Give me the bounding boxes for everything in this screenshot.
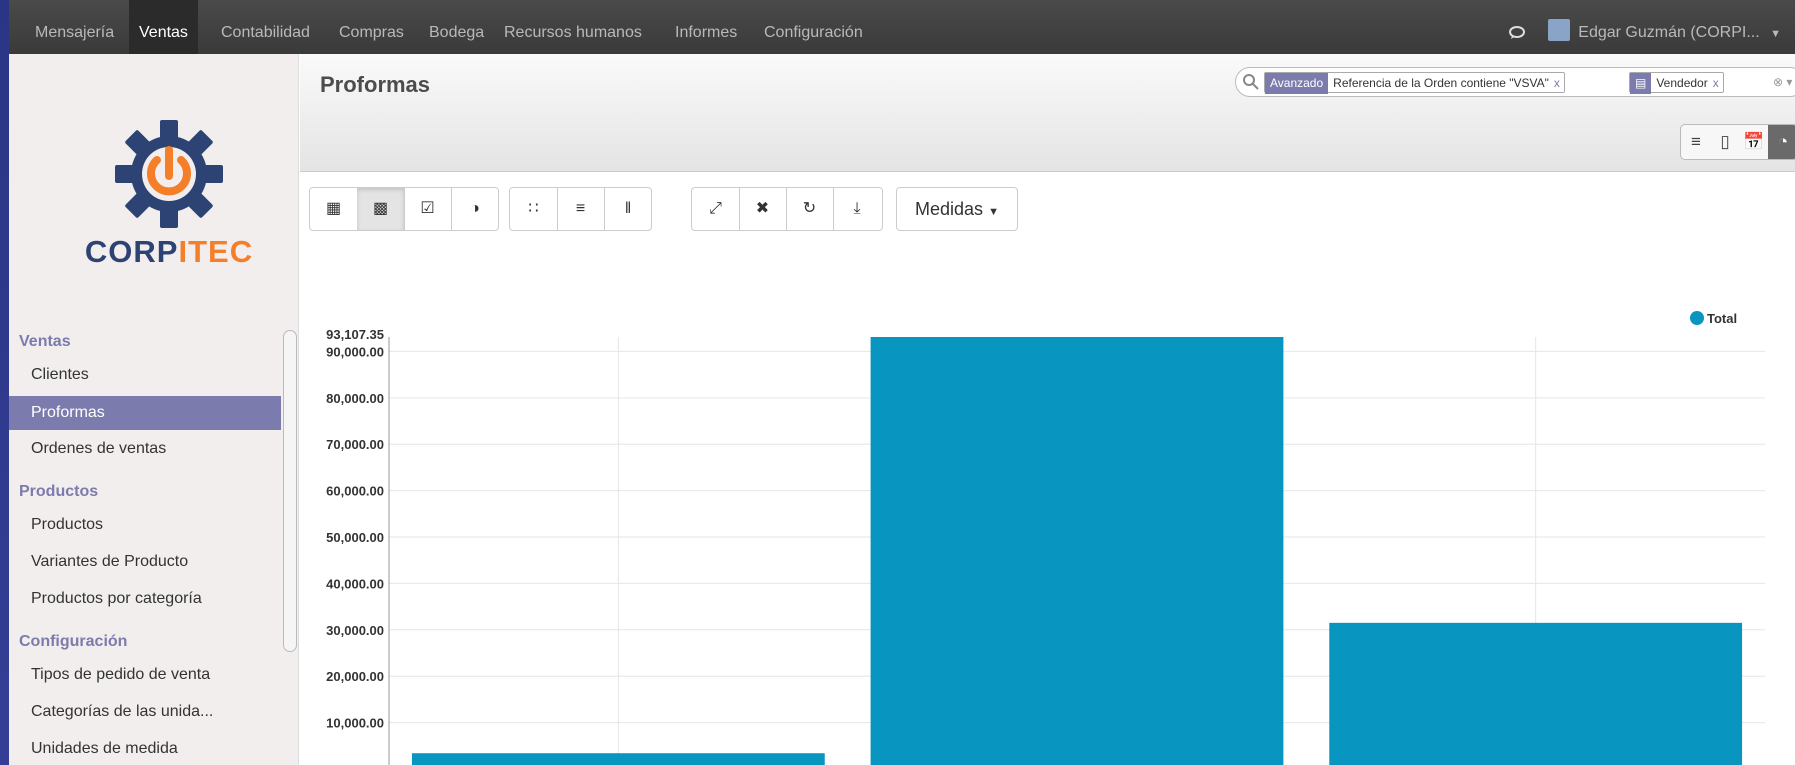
page-title: Proformas — [320, 72, 431, 97]
layout-group: ∷ ≡ ‖ — [509, 187, 652, 231]
menu-recursos-humanos[interactable]: Recursos humanos — [504, 0, 642, 54]
control-panel: Proformas Avanzado Referencia de la Orden… — [300, 54, 1795, 172]
sidebar-section-productos: Productos — [19, 483, 99, 500]
view-switcher: ≡ ▯ 📅 ◔ — [1680, 124, 1795, 160]
search-facet-groupby[interactable]: ▤ Vendedor x — [1629, 72, 1724, 94]
remove-facet-icon[interactable]: x — [1554, 76, 1564, 90]
caret-down-icon: ▼ — [1770, 28, 1781, 40]
clear-search-icon[interactable]: ⊗ ▾ — [1773, 75, 1792, 89]
sidebar-item-proformas[interactable]: Proformas — [9, 396, 281, 430]
menu-informes[interactable]: Informes — [675, 0, 737, 54]
main-content: Proformas Avanzado Referencia de la Orden… — [300, 54, 1795, 765]
checkbox-icon[interactable]: ☑ — [404, 188, 452, 230]
company-logo: CORPITEC — [79, 114, 259, 284]
sidebar-item-productos[interactable]: Productos — [9, 508, 281, 542]
fullscreen-icon[interactable]: ✖ — [739, 188, 787, 230]
sidebar-item-tipos-de-pedido[interactable]: Tipos de pedido de venta — [9, 658, 281, 692]
sidebar-item-productos-por-categoria[interactable]: Productos por categoría — [9, 582, 281, 616]
bar-leonardo — [1329, 622, 1743, 765]
y-tick-label: 30,000.00 — [326, 623, 384, 638]
sidebar-item-variantes[interactable]: Variantes de Producto — [9, 545, 281, 579]
caret-down-icon: ▼ — [988, 206, 999, 218]
y-tick-label: 50,000.00 — [326, 530, 384, 545]
gear-power-logo-icon — [115, 120, 223, 228]
sidebar-item-ordenes-de-ventas[interactable]: Ordenes de ventas — [9, 432, 281, 466]
sidebar-section-configuracion: Configuración — [19, 633, 128, 650]
bar-chart: 0.0010,000.0020,000.0030,000.0040,000.00… — [326, 311, 1765, 765]
y-max-label: 93,107.35 — [326, 327, 384, 342]
menu-bodega[interactable]: Bodega — [429, 0, 484, 54]
expand-icon[interactable]: ⤢ — [692, 188, 740, 230]
menu-configuracion[interactable]: Configuración — [764, 0, 863, 54]
y-tick-label: 20,000.00 — [326, 669, 384, 684]
form-view-icon[interactable]: ▯ — [1710, 125, 1740, 159]
y-tick-label: 80,000.00 — [326, 391, 384, 406]
download-icon[interactable]: ⤓ — [833, 188, 881, 230]
search-bar[interactable]: Avanzado Referencia de la Orden contiene … — [1235, 67, 1795, 97]
sidebar-item-clientes[interactable]: Clientes — [9, 358, 281, 392]
menu-ventas[interactable]: Ventas — [129, 0, 198, 54]
y-tick-label: 10,000.00 — [326, 716, 384, 731]
actions-group: ⤢ ✖ ↻ ⤓ — [691, 187, 883, 231]
bar-leandro — [870, 337, 1284, 765]
y-tick-label: 60,000.00 — [326, 484, 384, 499]
grid-icon[interactable]: ∷ — [510, 188, 558, 230]
y-tick-label: 40,000.00 — [326, 576, 384, 591]
chat-bubble-icon[interactable] — [1509, 26, 1525, 40]
search-icon[interactable] — [1242, 73, 1260, 91]
legend-marker — [1690, 311, 1704, 325]
list-view-icon[interactable]: ≡ — [1681, 125, 1711, 159]
sidebar-section-ventas: Ventas — [19, 333, 71, 350]
menu-mensajeria[interactable]: Mensajería — [35, 0, 114, 54]
avatar — [1548, 19, 1571, 41]
pie-chart-icon[interactable]: ◑ — [451, 188, 498, 230]
legend-label: Total — [1707, 311, 1737, 326]
remove-facet-icon[interactable]: x — [1713, 76, 1723, 90]
app-frame: Mensajería Ventas Contabilidad Compras B… — [9, 0, 1795, 765]
bar-enrique — [411, 753, 825, 765]
y-tick-label: 70,000.00 — [326, 437, 384, 452]
menu-compras[interactable]: Compras — [339, 0, 404, 54]
columns-icon[interactable]: ‖ — [604, 188, 651, 230]
refresh-icon[interactable]: ↻ — [786, 188, 834, 230]
search-facet-filter[interactable]: Avanzado Referencia de la Orden contiene … — [1264, 72, 1565, 94]
measures-dropdown[interactable]: Medidas ▼ — [896, 187, 1018, 231]
group-icon: ▤ — [1630, 73, 1652, 94]
user-name: Edgar Guzmán (CORPI... — [1578, 24, 1760, 41]
sidebar: CORPITEC Ventas Clientes Proformas Orden… — [9, 54, 299, 765]
menu-contabilidad[interactable]: Contabilidad — [221, 0, 310, 54]
list-lines-icon[interactable]: ≡ — [557, 188, 605, 230]
sidebar-scrollbar[interactable] — [283, 330, 297, 652]
graph-view-icon[interactable]: ◔ — [1768, 125, 1795, 159]
user-menu[interactable]: Edgar Guzmán (CORPI... ▼ — [1548, 0, 1781, 54]
logo-text: CORPITEC — [84, 234, 254, 269]
bar-chart-icon[interactable]: ▩ — [357, 188, 405, 230]
calendar-view-icon[interactable]: 📅 — [1739, 125, 1769, 159]
sidebar-item-unidades-de-medida[interactable]: Unidades de medida — [9, 732, 281, 765]
top-navbar: Mensajería Ventas Contabilidad Compras B… — [9, 0, 1795, 54]
sidebar-item-categorias-unidades[interactable]: Categorías de las unida... — [9, 695, 281, 729]
y-tick-label: 90,000.00 — [326, 344, 384, 359]
pivot-icon[interactable]: ▦ — [310, 188, 358, 230]
chart-type-group: ▦ ▩ ☑ ◑ — [309, 187, 499, 231]
